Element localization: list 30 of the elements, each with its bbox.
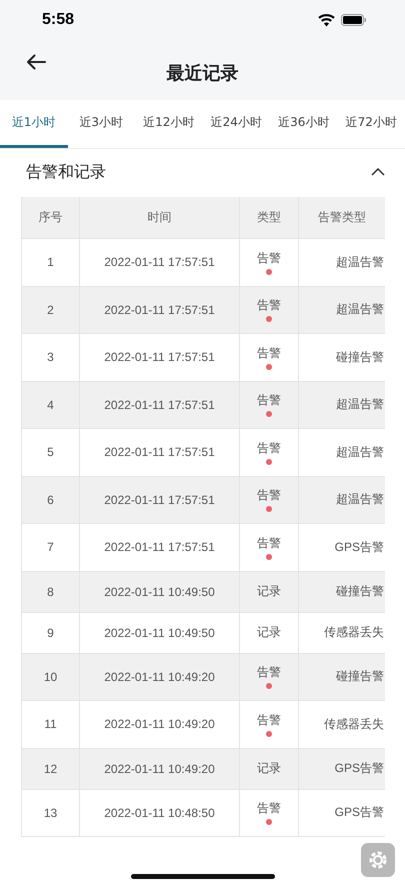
section-title: 告警和记录: [26, 162, 106, 182]
table-cell: 告警: [257, 664, 281, 682]
table-cell: 告警: [257, 487, 281, 504]
status-time: 5:58: [42, 11, 74, 29]
page-title: 最近记录: [166, 62, 238, 85]
battery-icon: [341, 14, 367, 26]
settings-icon: [367, 849, 389, 871]
table-cell: 告警: [257, 534, 281, 552]
table-cell: 记录: [257, 760, 281, 777]
table-cell: 记录: [257, 624, 281, 641]
table-cell: 13: [22, 790, 80, 837]
time-range-tab[interactable]: 近12小时: [135, 100, 202, 148]
table-cell: 告警: [257, 250, 281, 267]
time-range-tab[interactable]: 近1小时: [0, 100, 68, 148]
time-range-tab[interactable]: 近72小时: [338, 100, 405, 148]
table-cell: 告警: [257, 800, 281, 818]
time-range-tab[interactable]: 近36小时: [270, 100, 338, 148]
caret-icon[interactable]: [371, 168, 385, 176]
table-cell: 告警: [257, 344, 281, 362]
table-cell: 告警: [257, 712, 281, 729]
table-cell: 2022-01-11 10:48:50: [80, 790, 240, 837]
table-cell: GPS告警: [299, 790, 385, 837]
table-cell: 告警: [257, 297, 281, 314]
back-arrow-icon[interactable]: [26, 54, 46, 70]
time-range-tab[interactable]: 近3小时: [68, 100, 135, 148]
time-range-tab[interactable]: 近24小时: [202, 100, 270, 148]
table-cell: 告警: [257, 440, 281, 457]
table-cell: 记录: [257, 583, 281, 600]
table-cell: 告警: [257, 392, 281, 410]
wifi-icon: [318, 14, 335, 26]
